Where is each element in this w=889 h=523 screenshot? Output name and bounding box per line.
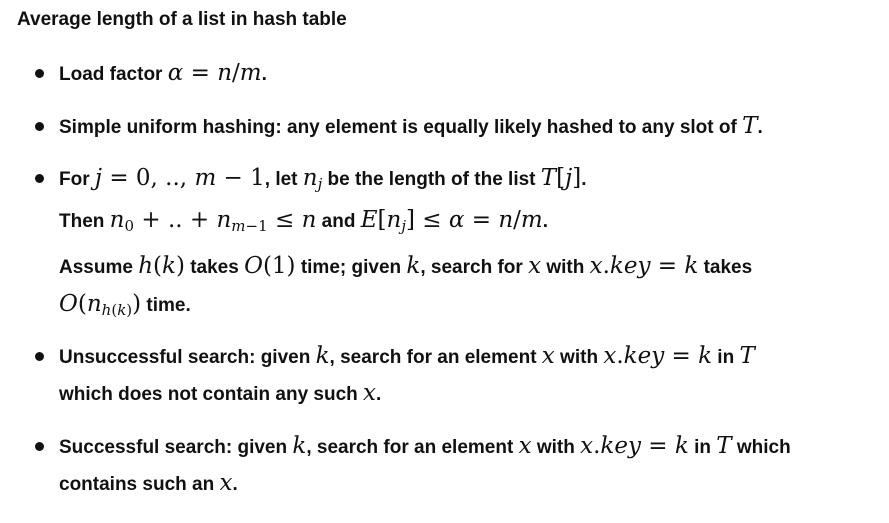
math-T-of-j: T[j]	[540, 165, 582, 191]
math-O-n-h-k: O(nh(k))	[59, 291, 142, 319]
math-k: k	[406, 253, 421, 279]
math-x-key-equals-k: x.key = k	[580, 433, 689, 459]
bullet-unsuccessful-line-1: Unsuccessful search: given k, search for…	[59, 343, 755, 369]
slide: Average length of a list in hash table L…	[0, 0, 889, 523]
bullet-for-j-line-4: O(nh(k)) time.	[59, 291, 191, 319]
bullet-load-factor: Load factor α = n/m.	[59, 60, 267, 86]
bullet-for-j-line-3: Assume h(k) takes O(1) time; given k, se…	[59, 253, 753, 279]
math-n-j: nj	[302, 165, 323, 193]
math-alpha-equals-n-over-m: α = n/m	[167, 60, 262, 86]
math-x: x	[541, 343, 555, 369]
math-j-range: j = 0, .., m − 1	[94, 165, 265, 191]
bullet-unsuccessful-line-2: which does not contain any such x.	[59, 380, 382, 406]
bullet-dot	[35, 174, 44, 183]
math-T: T	[716, 433, 732, 459]
math-T: T	[739, 343, 755, 369]
math-expectation: E[nj] ≤ α = n/m	[360, 207, 543, 235]
math-x: x	[363, 380, 377, 406]
math-x: x	[518, 433, 532, 459]
bullet-dot	[35, 122, 44, 131]
math-x: x	[219, 470, 233, 496]
bullet-for-j-line-2: Then n0 + .. + nm−1 ≤ n and E[nj] ≤ α = …	[59, 207, 548, 235]
math-sum-n-le-n: n0 + .. + nm−1 ≤ n	[109, 207, 317, 235]
bullet-successful-line-2: contains such an x.	[59, 470, 238, 496]
math-k: k	[315, 343, 330, 369]
bullet-uniform-hashing: Simple uniform hashing: any element is e…	[59, 113, 763, 139]
math-T: T	[742, 113, 758, 139]
bullet-dot	[35, 69, 44, 78]
bullet-dot	[35, 352, 44, 361]
math-O-1: O(1)	[244, 253, 296, 279]
math-k: k	[292, 433, 307, 459]
bullet-successful-line-1: Successful search: given k, search for a…	[59, 433, 791, 459]
math-x-key-equals-k: x.key = k	[603, 343, 713, 369]
math-x: x	[528, 253, 542, 279]
math-h-of-k: h(k)	[138, 253, 185, 279]
slide-title: Average length of a list in hash table	[17, 9, 347, 30]
bullet-dot	[35, 442, 44, 451]
bullet-for-j-line-1: For j = 0, .., m − 1, let nj be the leng…	[59, 165, 587, 193]
math-x-key-equals-k: x.key = k	[589, 253, 699, 279]
